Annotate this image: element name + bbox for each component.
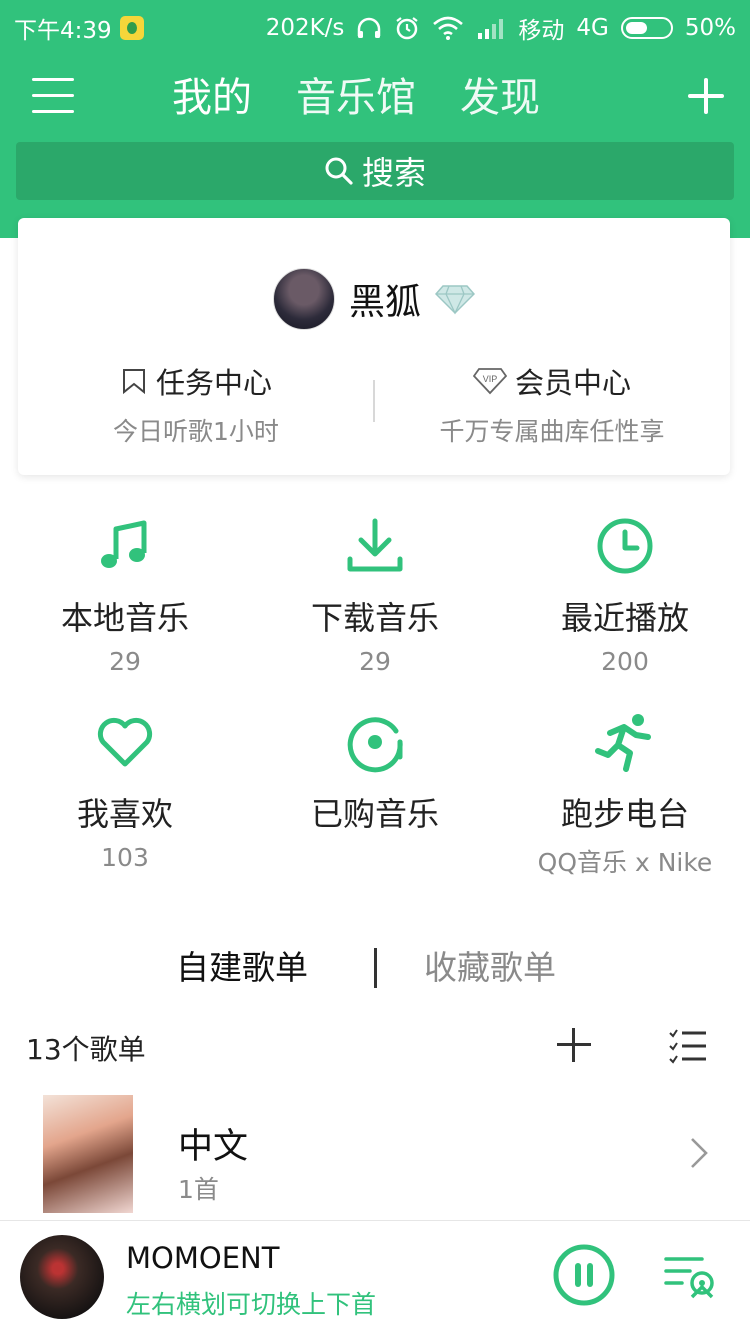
feature-label: 跑步电台 (560, 795, 689, 833)
profile-name[interactable]: 黑狐 (349, 273, 421, 325)
mini-player[interactable]: MOMOENT 左右横划可切换上下首 (0, 1220, 750, 1333)
search-placeholder: 搜索 (361, 154, 426, 192)
status-carrier: 移动 (518, 18, 565, 44)
playlist-title: 中文 (178, 1127, 249, 1167)
vip-center-sub: 千万专属曲库任性享 (439, 417, 665, 446)
feature-label: 下载音乐 (310, 599, 439, 637)
battery-icon (620, 17, 673, 39)
feature-label: 本地音乐 (60, 599, 189, 637)
task-center-sub: 今日听歌1小时 (113, 417, 279, 446)
avatar[interactable] (272, 268, 335, 330)
card-divider (373, 380, 375, 422)
qq-music-notification-icon (119, 16, 144, 40)
manage-list-icon[interactable] (668, 1028, 708, 1064)
now-playing-title: MOMOENT (126, 1241, 280, 1275)
now-playing-hint: 左右横划可切换上下首 (126, 1290, 377, 1319)
tab-created-playlists[interactable]: 自建歌单 (176, 940, 308, 996)
now-playing-cover[interactable] (20, 1235, 104, 1319)
feature-recent[interactable]: 最近播放 200 (500, 515, 750, 711)
status-net-speed: 202K/s (265, 15, 345, 41)
diamond-vip-icon[interactable] (435, 283, 475, 315)
status-battery-percent: 50% (684, 15, 736, 41)
running-icon (595, 714, 651, 772)
vip-center[interactable]: VIP 会员中心 千万专属曲库任性享 (374, 360, 730, 450)
feature-label: 已购音乐 (310, 795, 439, 833)
bookmark-flag-icon (122, 369, 145, 395)
feature-count: 200 (601, 647, 649, 676)
playlist-count: 13个歌单 (26, 1033, 146, 1066)
add-icon[interactable] (688, 78, 724, 114)
pause-button[interactable] (552, 1243, 616, 1307)
playlist-toolbar: 13个歌单 (0, 1020, 750, 1076)
task-center-title: 任务中心 (155, 366, 272, 400)
headphones-icon (358, 17, 381, 38)
feature-label: 最近播放 (560, 599, 689, 637)
add-playlist-icon[interactable] (557, 1028, 591, 1062)
feature-running-radio[interactable]: 跑步电台 QQ音乐 x Nike (500, 711, 750, 907)
menu-icon[interactable] (32, 78, 74, 116)
search-icon (325, 157, 353, 185)
tab-mine[interactable]: 我的 (172, 70, 252, 126)
profile-card: 黑狐 任务中心 今日听歌1小时 VIP 会员中心 千万专属曲库任性享 (18, 218, 730, 475)
status-bar: 下午4:39 202K/s 移动 4G 50% (0, 0, 750, 52)
feature-downloads[interactable]: 下载音乐 29 (250, 515, 500, 711)
chevron-right-icon (691, 1138, 708, 1168)
status-network: 4G (576, 15, 609, 41)
alarm-icon (396, 17, 419, 40)
music-note-icon (101, 520, 147, 568)
tab-favorited-playlists[interactable]: 收藏歌单 (424, 940, 556, 996)
feature-favorites[interactable]: 我喜欢 103 (0, 711, 250, 907)
heart-icon (97, 717, 153, 767)
vip-center-title: 会员中心 (514, 366, 631, 400)
playlist-song-count: 1首 (178, 1175, 219, 1204)
tab-music-hall[interactable]: 音乐馆 (296, 70, 416, 126)
feature-local-music[interactable]: 本地音乐 29 (0, 515, 250, 711)
clock-icon (597, 518, 653, 574)
playlist-cover (43, 1095, 133, 1213)
playlist-queue-icon[interactable] (664, 1251, 716, 1299)
status-time: 下午4:39 (14, 18, 112, 44)
vip-badge-text: VIP (483, 374, 498, 384)
list-item[interactable]: 中文 1首 (0, 1092, 750, 1216)
purchased-disc-icon (347, 717, 403, 773)
tab-divider (374, 948, 377, 988)
wifi-icon (433, 16, 464, 40)
feature-label: 我喜欢 (76, 795, 173, 833)
feature-purchased[interactable]: 已购音乐 (250, 711, 500, 907)
feature-count: QQ音乐 x Nike (537, 848, 713, 877)
playlist-tabs: 自建歌单 收藏歌单 (0, 940, 750, 1000)
top-nav: 我的 音乐馆 发现 (0, 64, 750, 134)
feature-count: 29 (359, 647, 391, 676)
feature-count: 103 (101, 843, 149, 872)
download-icon (347, 518, 403, 572)
feature-grid: 本地音乐 29 下载音乐 29 最近播放 200 我喜欢 103 已购音乐 跑步… (0, 515, 750, 907)
signal-icon (478, 19, 504, 39)
battery-level (625, 22, 647, 34)
vip-badge-icon: VIP (472, 368, 507, 395)
tab-discover[interactable]: 发现 (460, 70, 540, 126)
task-center[interactable]: 任务中心 今日听歌1小时 (18, 360, 374, 450)
feature-count: 29 (109, 647, 141, 676)
search-bar[interactable]: 搜索 (16, 142, 734, 200)
